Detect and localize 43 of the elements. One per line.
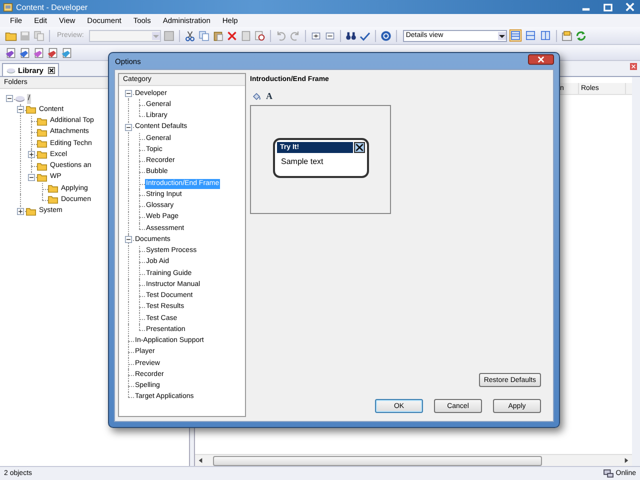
- cut-icon[interactable]: [184, 30, 196, 42]
- font-icon[interactable]: A: [266, 91, 272, 101]
- scroll-right-icon[interactable]: [624, 457, 629, 464]
- caret-icon[interactable]: [498, 32, 506, 40]
- expander-icon[interactable]: [6, 95, 13, 102]
- binoculars-icon[interactable]: [344, 30, 357, 42]
- expander-icon[interactable]: [125, 236, 132, 244]
- minus-icon[interactable]: [324, 30, 336, 42]
- layout-icon[interactable]: [538, 29, 552, 42]
- paint-bucket-icon[interactable]: [252, 92, 261, 100]
- expander-icon[interactable]: [28, 174, 35, 181]
- open-folder-icon[interactable]: [5, 30, 17, 42]
- document-icon[interactable]: [61, 46, 73, 58]
- app-icon: [3, 2, 13, 12]
- layout-icon[interactable]: [524, 29, 537, 42]
- layout-icon[interactable]: [508, 29, 522, 42]
- delete-icon[interactable]: [226, 30, 238, 42]
- document-icon[interactable]: [33, 46, 45, 58]
- drive-icon: [6, 66, 16, 74]
- expander-icon[interactable]: [17, 208, 24, 215]
- folder-icon: [26, 206, 36, 216]
- close-icon[interactable]: [528, 54, 554, 65]
- close-icon: [354, 142, 365, 153]
- document-icon[interactable]: [5, 46, 17, 58]
- properties-icon[interactable]: [560, 30, 573, 42]
- search-icon[interactable]: [254, 30, 266, 42]
- plus-icon[interactable]: [310, 30, 322, 42]
- scroll-left-icon[interactable]: [198, 457, 203, 464]
- document-icon[interactable]: [47, 46, 59, 58]
- window-title: Content - Developer: [16, 2, 88, 12]
- scroll-thumb[interactable]: [213, 456, 542, 466]
- expander-icon[interactable]: [28, 151, 35, 158]
- expander-icon[interactable]: [17, 106, 24, 114]
- refresh-icon[interactable]: [574, 30, 587, 42]
- expander-icon[interactable]: [125, 124, 132, 131]
- copy-icon[interactable]: [198, 30, 210, 42]
- close-icon[interactable]: [48, 66, 56, 74]
- scrollbar[interactable]: [195, 454, 632, 466]
- drive-icon: [15, 94, 25, 104]
- paste-icon[interactable]: [212, 30, 224, 42]
- expander-icon[interactable]: [125, 90, 132, 98]
- document-icon[interactable]: [19, 46, 31, 58]
- bubble-text: Sample text: [280, 156, 324, 166]
